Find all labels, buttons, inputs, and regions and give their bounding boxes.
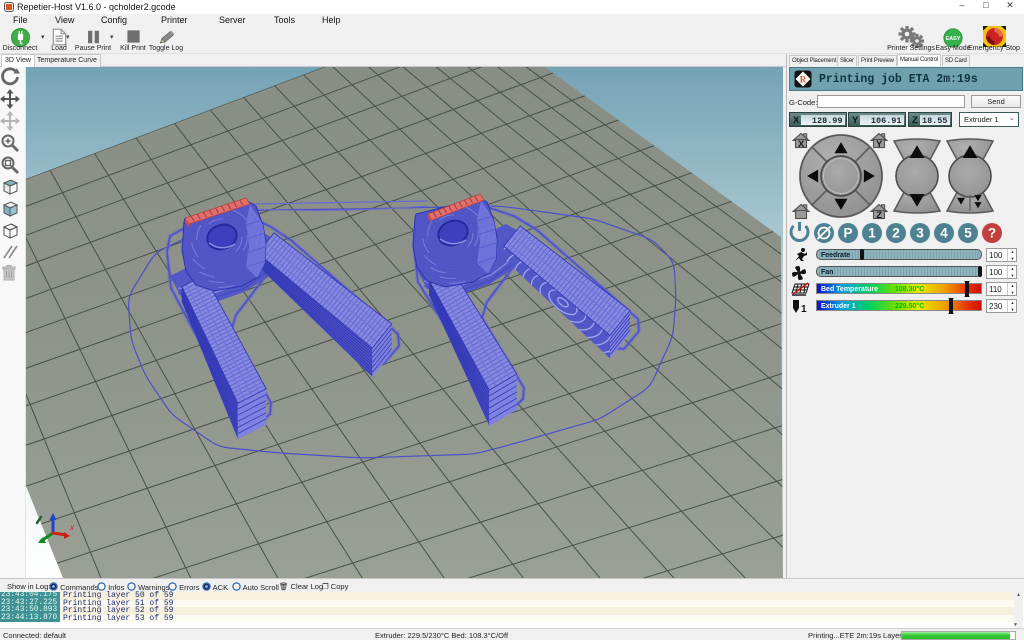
svg-text:4: 4 [940, 226, 948, 241]
svg-text:3: 3 [916, 226, 924, 241]
svg-text:X: X [798, 139, 805, 150]
svg-text:R: R [800, 75, 807, 85]
svg-text:Y: Y [876, 139, 883, 150]
svg-text:1: 1 [801, 304, 807, 315]
svg-text:P: P [843, 226, 852, 241]
svg-text:EASY: EASY [946, 36, 961, 42]
svg-text:2: 2 [892, 226, 900, 241]
svg-text:?: ? [988, 226, 996, 241]
svg-text:5: 5 [964, 226, 972, 241]
svg-text:Z: Z [876, 210, 882, 221]
svg-text:1: 1 [868, 226, 876, 241]
